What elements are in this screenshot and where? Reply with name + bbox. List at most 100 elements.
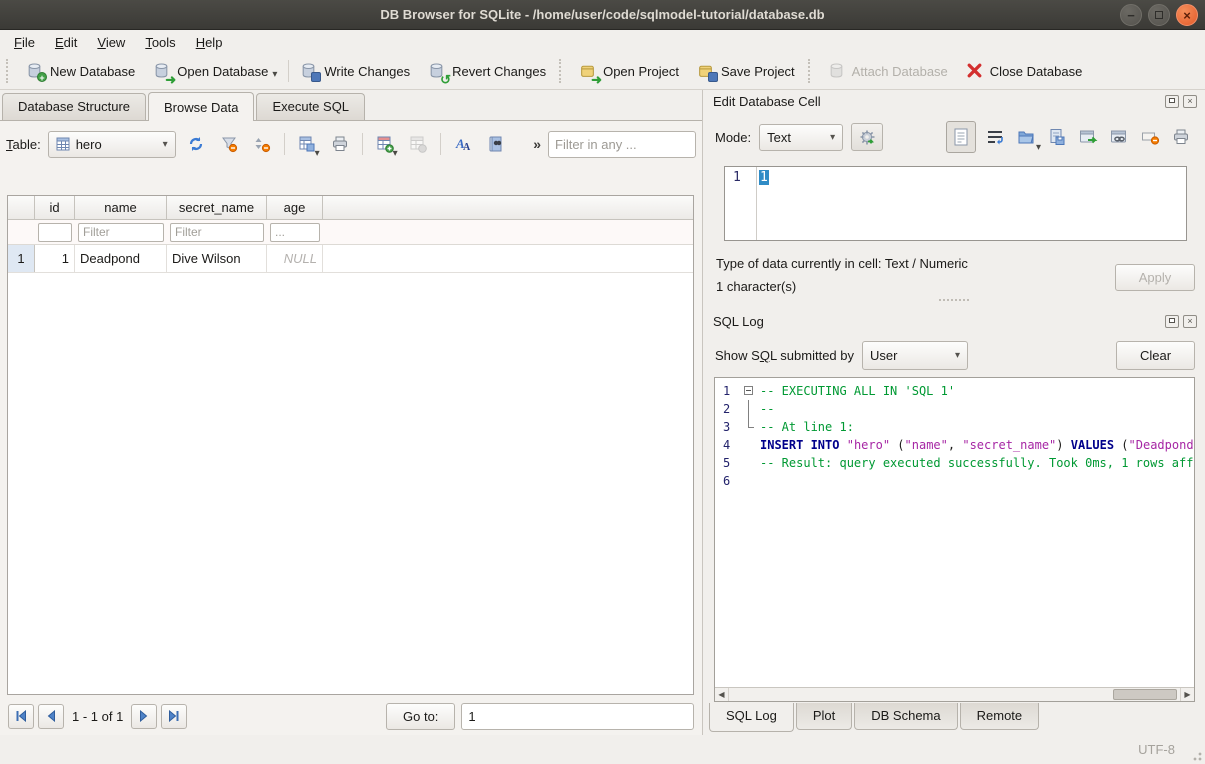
- column-header-name[interactable]: name: [75, 196, 167, 219]
- fold-marker[interactable]: [741, 382, 756, 400]
- edit-display-font-button[interactable]: AA: [450, 131, 476, 157]
- clear-log-button[interactable]: Clear: [1116, 341, 1195, 370]
- column-header-age[interactable]: age: [267, 196, 323, 219]
- open-database-button[interactable]: ➜ Open Database ▾: [144, 58, 286, 84]
- save-project-button[interactable]: Save Project: [688, 58, 804, 84]
- export-data-button[interactable]: [1045, 124, 1069, 150]
- mode-select[interactable]: Text ▾: [759, 124, 843, 151]
- clear-filters-icon: [220, 135, 238, 153]
- revert-changes-button[interactable]: ↺ Revert Changes: [419, 58, 555, 84]
- tab-browse-data[interactable]: Browse Data: [148, 92, 254, 121]
- set-null-button[interactable]: [1138, 124, 1162, 150]
- menu-file[interactable]: File: [4, 33, 45, 52]
- toolbar-drag-handle[interactable]: [6, 59, 11, 83]
- dock-tab-remote[interactable]: Remote: [960, 703, 1040, 730]
- close-dock-button[interactable]: ×: [1183, 315, 1197, 328]
- scroll-left-icon[interactable]: ◀: [715, 688, 729, 701]
- main-tabbar: Database Structure Browse Data Execute S…: [0, 90, 702, 120]
- float-icon: [1169, 98, 1175, 103]
- import-data-button[interactable]: ▾: [1014, 124, 1038, 150]
- sql-log-line: 6: [715, 472, 1194, 490]
- tab-execute-sql[interactable]: Execute SQL: [256, 93, 365, 120]
- copy-link-button[interactable]: [1107, 124, 1131, 150]
- toolbar-drag-handle[interactable]: [559, 59, 564, 83]
- minimize-button[interactable]: −: [1120, 4, 1142, 26]
- clear-filters-button[interactable]: [216, 131, 242, 157]
- toolbar-overflow-button[interactable]: »: [533, 136, 541, 152]
- line-number: 6: [715, 472, 741, 490]
- filter-input-secret-name[interactable]: [170, 223, 264, 242]
- table-select[interactable]: hero ▾: [48, 131, 176, 158]
- fold-marker: [741, 418, 756, 436]
- goto-button[interactable]: Go to:: [386, 703, 455, 730]
- clear-sorting-button[interactable]: [249, 131, 275, 157]
- dock-tab-plot[interactable]: Plot: [796, 703, 852, 730]
- mode-select-value: Text: [767, 130, 791, 145]
- close-icon: ×: [1187, 96, 1192, 106]
- column-header-id[interactable]: id: [35, 196, 75, 219]
- grid-cell-secret_name[interactable]: Dive Wilson: [167, 245, 267, 272]
- menu-edit[interactable]: Edit: [45, 33, 87, 52]
- find-in-cells-button[interactable]: [483, 131, 509, 157]
- print-icon: [1172, 128, 1190, 146]
- goto-record-input[interactable]: [461, 703, 694, 730]
- save-table-icon: [298, 135, 316, 153]
- first-record-button[interactable]: [8, 704, 34, 729]
- fold-marker: [741, 400, 756, 418]
- filter-input-name[interactable]: [78, 223, 164, 242]
- row-header[interactable]: 1: [8, 245, 35, 272]
- maximize-button[interactable]: [1148, 4, 1170, 26]
- tab-database-structure[interactable]: Database Structure: [2, 93, 146, 120]
- open-project-button[interactable]: ➜ Open Project: [570, 58, 688, 84]
- close-button[interactable]: ×: [1176, 4, 1198, 26]
- write-changes-button[interactable]: Write Changes: [291, 58, 419, 84]
- menu-view[interactable]: View: [87, 33, 135, 52]
- close-icon: ×: [1183, 9, 1191, 22]
- open-database-dropdown-icon[interactable]: ▾: [272, 69, 277, 80]
- toolbar-drag-handle[interactable]: [808, 59, 813, 83]
- filter-input-age[interactable]: [270, 223, 320, 242]
- close-dock-button[interactable]: ×: [1183, 95, 1197, 108]
- refresh-button[interactable]: [183, 131, 209, 157]
- next-record-button[interactable]: [131, 704, 157, 729]
- last-record-button[interactable]: [161, 704, 187, 729]
- browse-data-panel: Table: hero ▾ ▾: [0, 120, 702, 735]
- filter-input-id[interactable]: [38, 223, 72, 242]
- grid-rows: 11DeadpondDive WilsonNULL: [8, 245, 693, 273]
- print-button[interactable]: [327, 131, 353, 157]
- previous-record-button[interactable]: [38, 704, 64, 729]
- grid-cell-name[interactable]: Deadpond: [75, 245, 167, 272]
- sql-log-view[interactable]: 1-- EXECUTING ALL IN 'SQL 1'2--3-- At li…: [714, 377, 1195, 702]
- float-dock-button[interactable]: [1165, 95, 1179, 108]
- new-database-button[interactable]: + New Database: [17, 58, 144, 84]
- submitted-by-select[interactable]: User ▾: [862, 341, 968, 370]
- float-dock-button[interactable]: [1165, 315, 1179, 328]
- text-mode-toggle-button[interactable]: [946, 121, 976, 153]
- table-icon: [56, 137, 70, 151]
- open-in-external-button[interactable]: [1076, 124, 1100, 150]
- column-header-secret-name[interactable]: secret_name: [167, 196, 267, 219]
- filter-any-column-input[interactable]: [548, 131, 696, 158]
- chevron-down-icon: ▾: [955, 350, 960, 361]
- sql-log-title: SQL Log: [713, 314, 764, 329]
- grid-cell-age[interactable]: NULL: [267, 245, 323, 272]
- word-wrap-button[interactable]: [983, 124, 1007, 150]
- cell-type-info: Type of data currently in cell: Text / N…: [716, 256, 968, 271]
- sql-log-hscrollbar[interactable]: ◀ ▶: [715, 687, 1194, 701]
- resize-grip[interactable]: [1190, 749, 1202, 761]
- auto-switch-mode-button[interactable]: [851, 123, 883, 151]
- menu-help[interactable]: Help: [186, 33, 233, 52]
- dock-tab-db-schema[interactable]: DB Schema: [854, 703, 957, 730]
- save-table-button[interactable]: ▾: [294, 131, 320, 157]
- print-cell-button[interactable]: [1169, 124, 1193, 150]
- cell-editor[interactable]: 1 1: [724, 166, 1187, 241]
- grid-cell-id[interactable]: 1: [35, 245, 75, 272]
- close-database-icon: [966, 62, 984, 80]
- close-database-button[interactable]: Close Database: [957, 58, 1092, 84]
- scrollbar-thumb[interactable]: [1113, 689, 1178, 700]
- insert-record-button[interactable]: ▾: [372, 131, 398, 157]
- table-row[interactable]: 11DeadpondDive WilsonNULL: [8, 245, 693, 273]
- dock-tab-sql-log[interactable]: SQL Log: [709, 703, 794, 732]
- scroll-right-icon[interactable]: ▶: [1180, 688, 1194, 701]
- menu-tools[interactable]: Tools: [135, 33, 185, 52]
